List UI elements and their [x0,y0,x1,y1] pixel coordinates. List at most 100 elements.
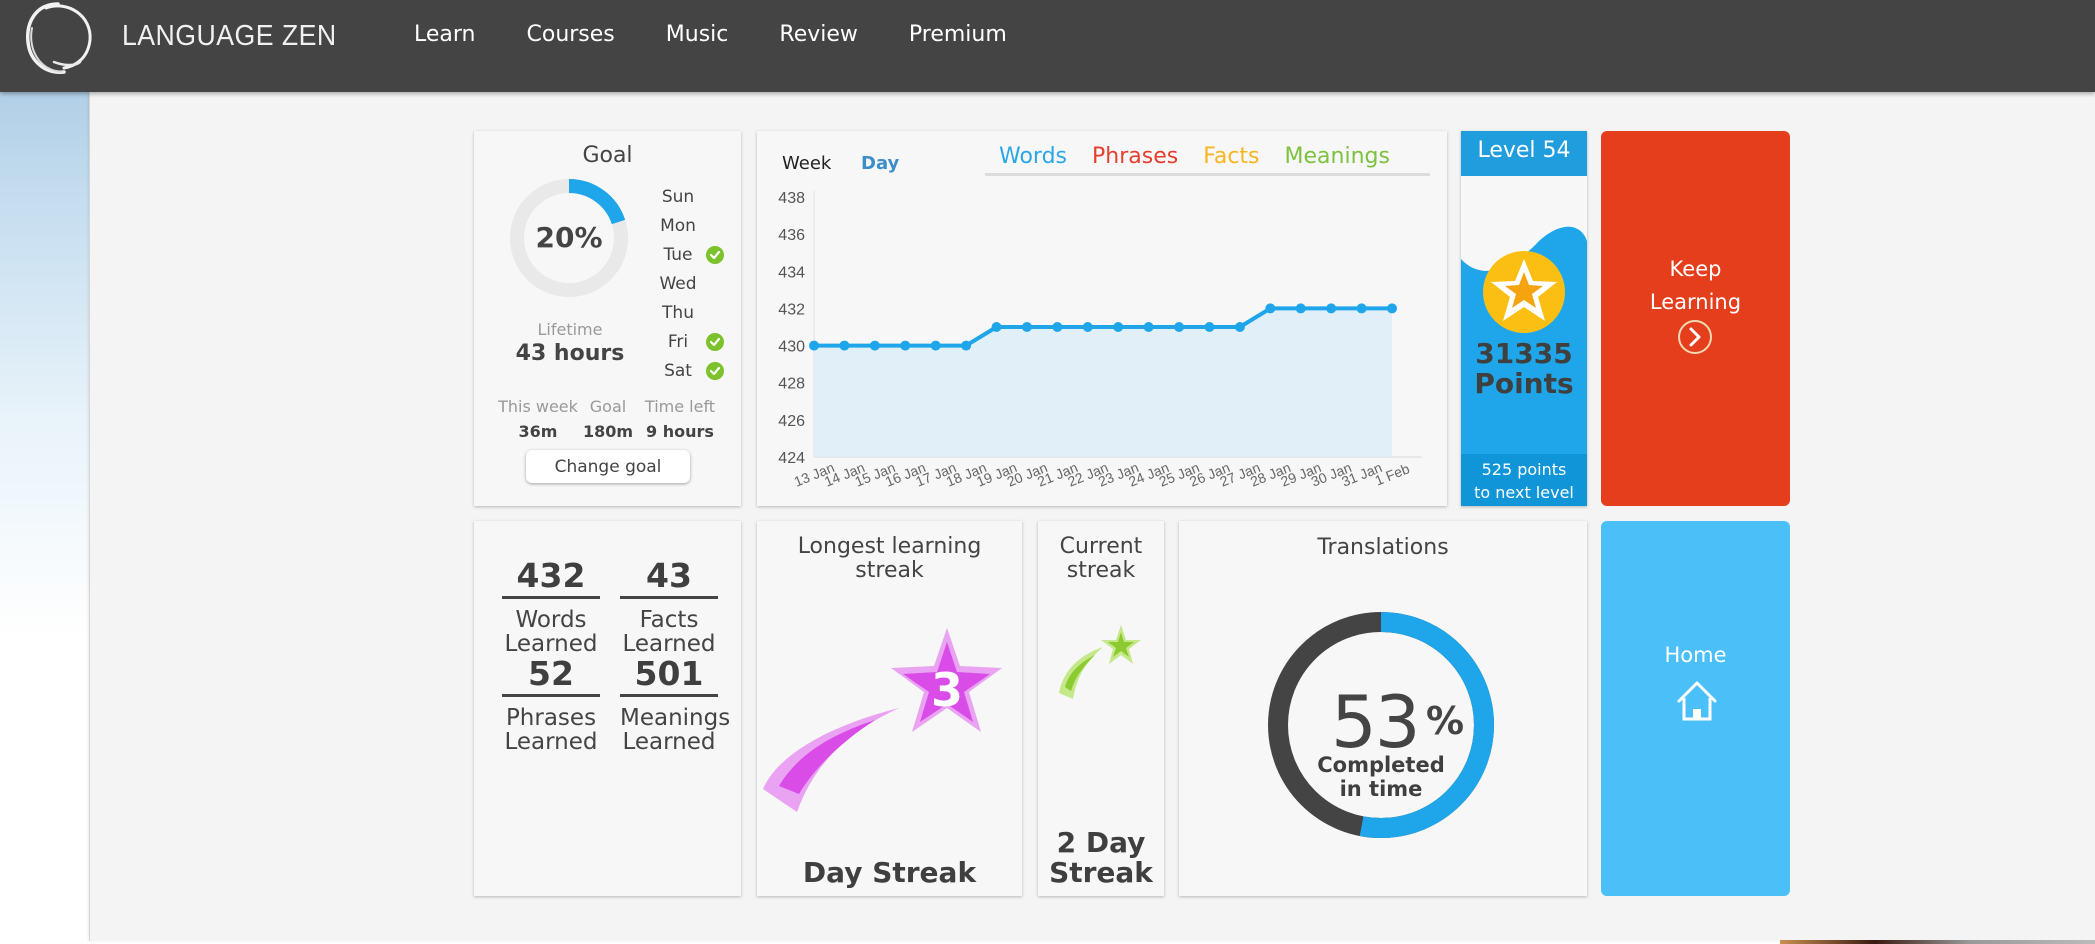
background-image-strip [1780,940,2095,944]
words-data-point[interactable] [1326,303,1337,314]
lifetime-value: 43 hours [515,341,625,366]
words-data-point[interactable] [839,340,850,351]
home-button[interactable]: Home [1601,521,1790,896]
y-tick-label: 428 [778,376,805,393]
stat-time-left: Time left 9 hours [634,397,726,441]
phrases-learned-label: Phrases Learned [504,705,598,755]
shooting-star-green-icon [1059,625,1141,699]
checkmark-icon [706,245,724,264]
words-data-point[interactable] [1082,322,1093,332]
keep-learning-line1: Keep [1669,257,1722,281]
translations-title: Translations [1317,535,1449,560]
weekday-label: Mon [660,215,696,236]
next-level-line2: to next level [1474,483,1574,502]
brand-name[interactable]: LANGUAGE ZEN [122,20,337,53]
weekday-sun: Sun [654,182,724,211]
words-data-point[interactable] [1143,322,1154,332]
stat-label: Goal [589,397,627,416]
progress-chart-card: Week Day Words Phrases Facts Meanings 42… [757,131,1447,506]
points-label: Points [1474,367,1574,400]
level-card: Level 54 31335 Points 525 points to next… [1461,131,1587,506]
weekday-label: Sun [661,186,695,207]
stat-label: Time left [644,397,716,416]
stat-goal: Goal 180m [582,397,634,441]
nav-premium[interactable]: Premium [909,22,1007,47]
words-line-chart: 42442642843043243443643813 Jan14 Jan15 J… [778,190,1422,490]
y-tick-label: 432 [778,301,805,318]
words-data-point[interactable] [1204,322,1215,332]
keep-learning-label: Keep Learning [1601,253,1790,319]
translations-card: Translations 53 % Completed in time [1179,521,1587,896]
facts-learned-stat: 43 Facts Learned [620,556,718,656]
nav-music[interactable]: Music [666,22,729,47]
words-data-point[interactable] [991,322,1002,332]
weekly-stats: This week 36m Goal 180m Time left 9 hour… [494,397,726,441]
words-data-point[interactable] [1234,322,1245,332]
goal-card: Goal 20% Sun Mon Tue Wed Thu Fri Sat Lifetime … [474,131,741,506]
words-data-point[interactable] [809,340,819,351]
shooting-star-purple-icon: 3 [763,628,1002,812]
stat-value: 180m [582,422,634,441]
next-level-line1: 525 points [1481,460,1567,479]
stat-value: 9 hours [646,422,714,441]
translations-percent-sign: % [1426,699,1465,743]
main-nav: Learn Courses Music Review Premium [414,22,1058,47]
meanings-learned-count: 501 [620,654,718,697]
weekday-wed: Wed [654,269,724,298]
nav-learn[interactable]: Learn [414,22,476,47]
checkmark-icon [706,332,724,351]
language-zen-logo-icon[interactable] [18,0,98,80]
checkmark-icon [706,361,724,380]
words-data-point[interactable] [1113,322,1124,332]
words-data-point[interactable] [1174,322,1185,332]
words-data-point[interactable] [930,340,941,351]
words-data-point[interactable] [869,340,880,351]
words-data-point[interactable] [1387,303,1397,314]
phrases-learned-stat: 52 Phrases Learned [502,654,600,754]
words-data-point[interactable] [1295,303,1306,314]
star-badge-icon [1483,251,1565,333]
longest-streak-card: Longest learning streak 3 Day Streak [757,521,1022,896]
goal-percent: 20% [535,221,603,254]
lifetime-label: Lifetime [537,320,603,339]
translations-completed-label: Completed in time [1317,753,1445,801]
words-data-point[interactable] [900,340,911,351]
stat-label: This week [498,397,578,416]
keep-learning-line2: Learning [1649,290,1742,314]
y-tick-label: 426 [778,413,805,430]
words-data-point[interactable] [1052,322,1063,332]
top-nav-bar: LANGUAGE ZEN Learn Courses Music Review … [0,0,2095,92]
longest-streak-label: Day Streak [802,856,977,889]
change-goal-button[interactable]: Change goal [526,450,690,483]
translations-percent-number: 53 [1331,680,1421,764]
nav-courses[interactable]: Courses [527,22,615,47]
house-icon [1677,681,1717,721]
facts-learned-count: 43 [620,556,718,599]
stat-this-week: This week 36m [494,397,582,441]
y-tick-label: 436 [778,227,805,244]
phrases-learned-count: 52 [502,654,600,697]
words-data-point[interactable] [1021,322,1032,332]
words-data-point[interactable] [961,340,972,351]
weekday-mon: Mon [654,211,724,240]
points-value: 31335 [1475,337,1573,370]
facts-learned-label: Facts Learned [622,607,716,657]
y-tick-label: 430 [778,339,805,356]
words-data-point[interactable] [1265,303,1276,314]
chevron-right-circle-icon [1678,320,1712,354]
meanings-learned-stat: 501 Meanings Learned [620,654,730,754]
words-learned-stat: 432 Words Learned [502,556,600,656]
words-area-fill [814,308,1392,457]
home-label: Home [1664,643,1727,667]
weekday-label: Wed [659,273,697,294]
y-tick-label: 434 [778,264,805,281]
weekday-tue: Tue [654,240,724,269]
keep-learning-button[interactable]: Keep Learning [1601,131,1790,506]
points-to-next-level: 525 points to next level [1461,454,1587,506]
words-data-point[interactable] [1356,303,1367,314]
words-learned-count: 432 [502,556,600,599]
nav-review[interactable]: Review [779,22,858,47]
current-streak-title: Current streak [1059,534,1143,583]
current-streak-label: 2 Day Streak [1049,826,1153,889]
learned-counts-card: 432 Words Learned 43 Facts Learned 52 Phra… [474,521,741,896]
